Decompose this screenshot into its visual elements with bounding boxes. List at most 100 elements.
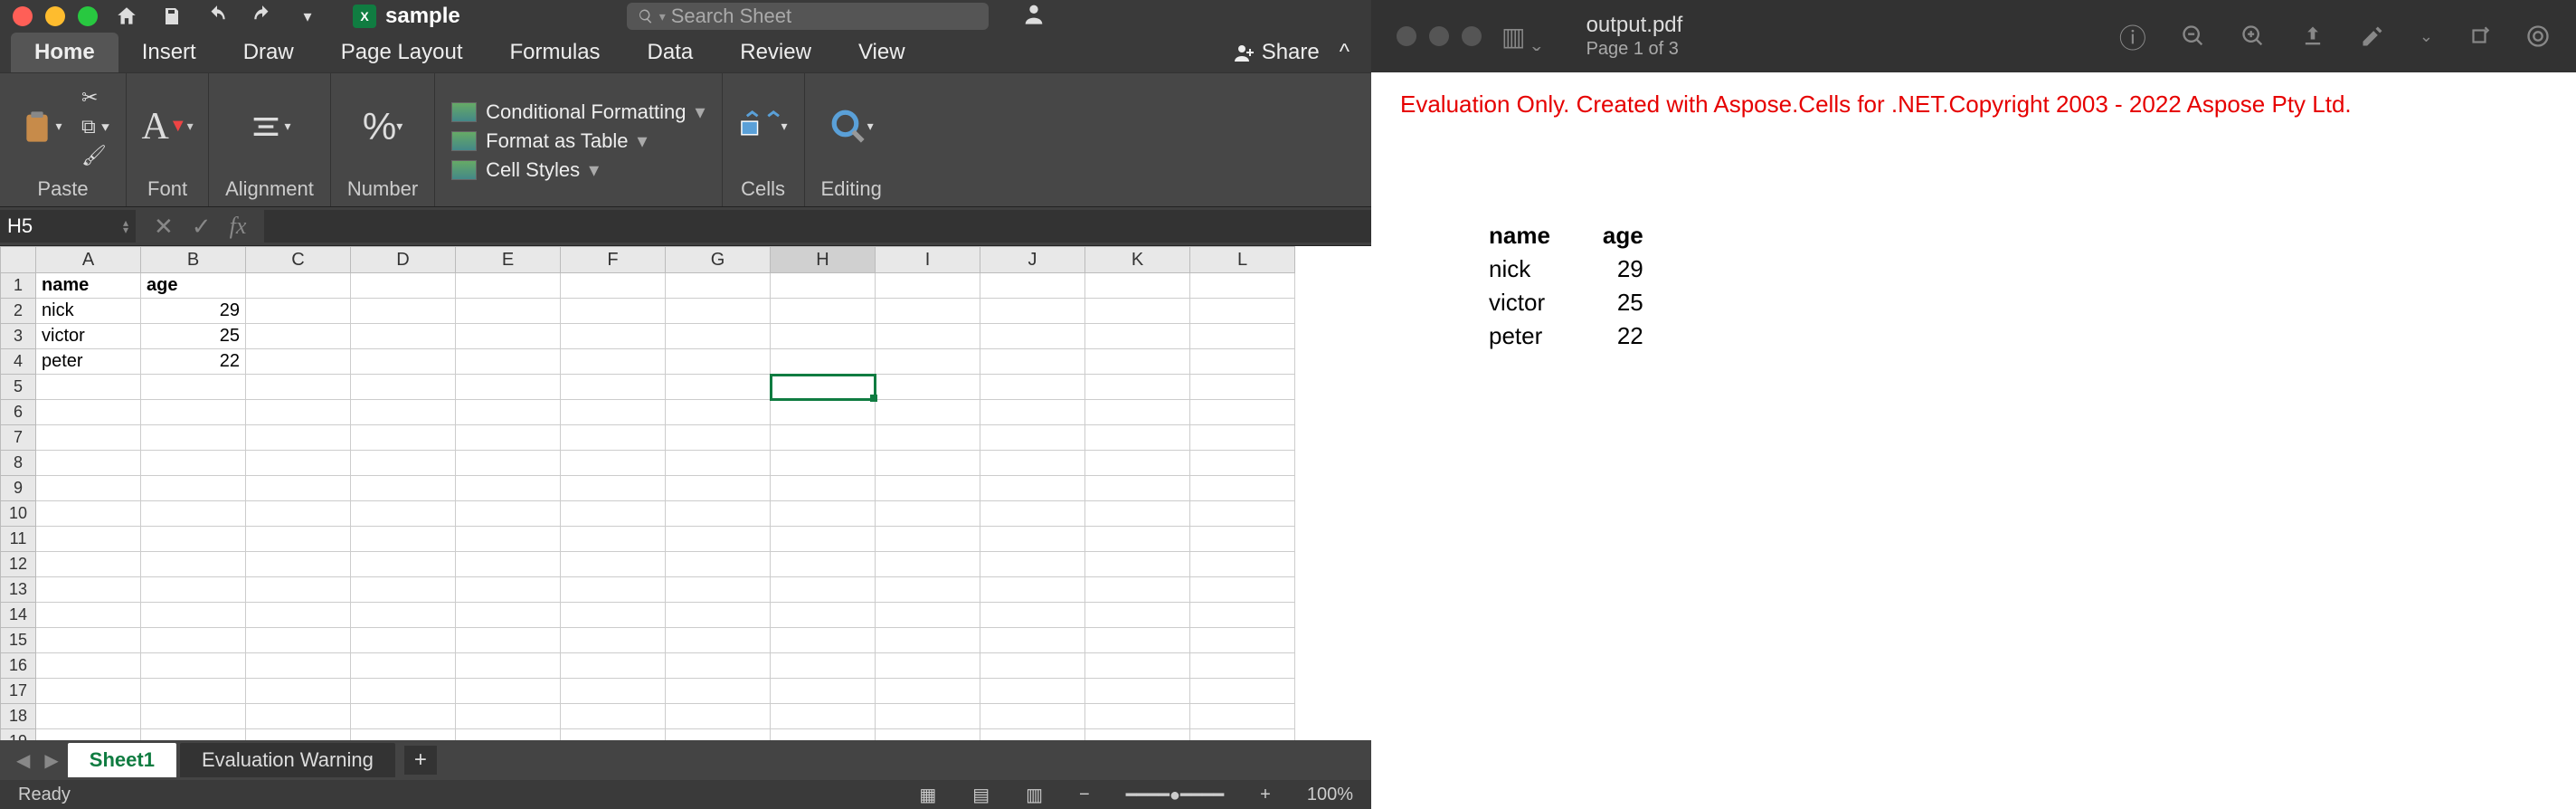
cell-B6[interactable]	[141, 400, 246, 425]
cell-B19[interactable]	[141, 729, 246, 740]
cell-L1[interactable]	[1190, 273, 1295, 299]
cell-D13[interactable]	[351, 577, 456, 603]
cell-A6[interactable]	[36, 400, 141, 425]
cell-C9[interactable]	[246, 476, 351, 501]
cell-E3[interactable]	[456, 324, 561, 349]
cell-L13[interactable]	[1190, 577, 1295, 603]
cell-A12[interactable]	[36, 552, 141, 577]
cell-F16[interactable]	[561, 653, 666, 679]
cell-K2[interactable]	[1085, 299, 1190, 324]
row-header-18[interactable]: 18	[0, 704, 36, 729]
row-header-2[interactable]: 2	[0, 299, 36, 324]
cell-D3[interactable]	[351, 324, 456, 349]
cell-B18[interactable]	[141, 704, 246, 729]
cell-E1[interactable]	[456, 273, 561, 299]
cell-B4[interactable]: 22	[141, 349, 246, 375]
cell-styles-button[interactable]: Cell Styles▾	[451, 158, 599, 182]
cell-L15[interactable]	[1190, 628, 1295, 653]
cell-L12[interactable]	[1190, 552, 1295, 577]
format-painter-icon[interactable]: 🖌	[81, 144, 109, 167]
cell-A15[interactable]	[36, 628, 141, 653]
cell-D2[interactable]	[351, 299, 456, 324]
cell-J13[interactable]	[980, 577, 1085, 603]
cell-G19[interactable]	[666, 729, 771, 740]
cell-I10[interactable]	[876, 501, 980, 527]
pdf-maximize-button[interactable]	[1462, 26, 1482, 46]
add-sheet-button[interactable]: +	[404, 746, 437, 775]
cell-I5[interactable]	[876, 375, 980, 400]
cell-H6[interactable]	[771, 400, 876, 425]
cells-icon[interactable]: ▾	[739, 102, 788, 151]
collapse-ribbon-icon[interactable]: ^	[1340, 40, 1350, 65]
cell-F2[interactable]	[561, 299, 666, 324]
tab-data[interactable]: Data	[624, 33, 717, 72]
column-header-D[interactable]: D	[351, 246, 456, 273]
cell-I16[interactable]	[876, 653, 980, 679]
cell-J9[interactable]	[980, 476, 1085, 501]
cell-K5[interactable]	[1085, 375, 1190, 400]
cell-F5[interactable]	[561, 375, 666, 400]
cell-G9[interactable]	[666, 476, 771, 501]
cell-H15[interactable]	[771, 628, 876, 653]
dropdown-icon[interactable]: ⌄	[2420, 27, 2433, 46]
cell-K3[interactable]	[1085, 324, 1190, 349]
cell-C14[interactable]	[246, 603, 351, 628]
column-header-F[interactable]: F	[561, 246, 666, 273]
cell-D6[interactable]	[351, 400, 456, 425]
cell-F19[interactable]	[561, 729, 666, 740]
rotate-icon[interactable]	[2467, 24, 2491, 48]
cell-D14[interactable]	[351, 603, 456, 628]
cell-G16[interactable]	[666, 653, 771, 679]
cell-H4[interactable]	[771, 349, 876, 375]
column-header-C[interactable]: C	[246, 246, 351, 273]
cell-D12[interactable]	[351, 552, 456, 577]
cell-B11[interactable]	[141, 527, 246, 552]
row-header-8[interactable]: 8	[0, 451, 36, 476]
cell-A5[interactable]	[36, 375, 141, 400]
cell-H11[interactable]	[771, 527, 876, 552]
fx-icon[interactable]: fx	[230, 213, 247, 240]
row-header-3[interactable]: 3	[0, 324, 36, 349]
cell-J14[interactable]	[980, 603, 1085, 628]
cell-H2[interactable]	[771, 299, 876, 324]
redo-icon[interactable]	[246, 0, 279, 33]
cell-K9[interactable]	[1085, 476, 1190, 501]
cell-C4[interactable]	[246, 349, 351, 375]
cell-F10[interactable]	[561, 501, 666, 527]
cell-C6[interactable]	[246, 400, 351, 425]
cell-F1[interactable]	[561, 273, 666, 299]
home-icon[interactable]	[110, 0, 143, 33]
cell-C19[interactable]	[246, 729, 351, 740]
cell-I18[interactable]	[876, 704, 980, 729]
editing-find-icon[interactable]: ▾	[827, 102, 876, 151]
cell-H3[interactable]	[771, 324, 876, 349]
cell-B12[interactable]	[141, 552, 246, 577]
cell-F7[interactable]	[561, 425, 666, 451]
search-input[interactable]: ▾ Search Sheet	[627, 3, 989, 30]
cell-A3[interactable]: victor	[36, 324, 141, 349]
cell-C11[interactable]	[246, 527, 351, 552]
cell-F3[interactable]	[561, 324, 666, 349]
tab-draw[interactable]: Draw	[220, 33, 317, 72]
cell-B8[interactable]	[141, 451, 246, 476]
row-header-16[interactable]: 16	[0, 653, 36, 679]
cell-E5[interactable]	[456, 375, 561, 400]
cell-K7[interactable]	[1085, 425, 1190, 451]
column-header-B[interactable]: B	[141, 246, 246, 273]
column-header-G[interactable]: G	[666, 246, 771, 273]
cell-D7[interactable]	[351, 425, 456, 451]
cell-E2[interactable]	[456, 299, 561, 324]
alignment-icon[interactable]: ▾	[245, 102, 294, 151]
cell-L18[interactable]	[1190, 704, 1295, 729]
cell-E4[interactable]	[456, 349, 561, 375]
cell-E11[interactable]	[456, 527, 561, 552]
cell-A2[interactable]: nick	[36, 299, 141, 324]
cell-D19[interactable]	[351, 729, 456, 740]
cell-I14[interactable]	[876, 603, 980, 628]
cell-K15[interactable]	[1085, 628, 1190, 653]
cell-L7[interactable]	[1190, 425, 1295, 451]
row-header-15[interactable]: 15	[0, 628, 36, 653]
sheet-tab-sheet1[interactable]: Sheet1	[68, 743, 176, 777]
number-format-icon[interactable]: %▾	[358, 102, 407, 151]
cell-I11[interactable]	[876, 527, 980, 552]
